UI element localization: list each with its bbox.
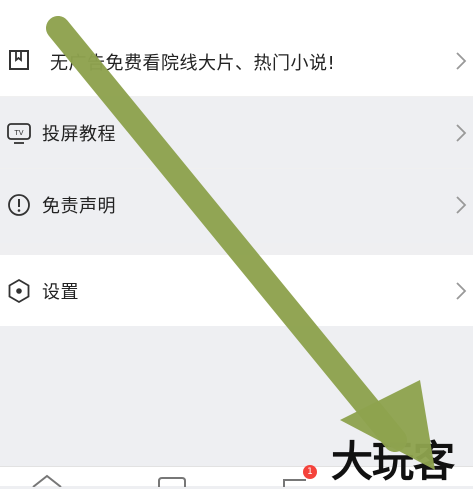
chevron-right-icon: [456, 52, 467, 70]
tab-video-icon[interactable]: [157, 477, 187, 487]
exclamation-circle-icon: [8, 194, 30, 216]
settings-label: 设置: [42, 281, 79, 303]
menu-item-disclaimer[interactable]: 免责声明: [0, 169, 473, 241]
menu-item-label: 投屏教程: [42, 123, 116, 145]
tab-message-icon[interactable]: [282, 478, 308, 487]
tv-icon: TV: [7, 122, 31, 144]
chevron-right-icon: [456, 123, 467, 142]
section-divider: [0, 243, 473, 255]
bookmark-icon: [9, 50, 29, 70]
menu-item-cast-tutorial[interactable]: TV 投屏教程: [0, 97, 473, 169]
menu-item-ad-free[interactable]: 无广告免费看院线大片、热门小说!: [0, 0, 473, 97]
hexagon-settings-icon: [8, 278, 30, 303]
message-badge: 1: [303, 465, 317, 479]
chevron-right-icon: [456, 196, 467, 214]
menu-item-settings[interactable]: 设置: [0, 255, 473, 326]
svg-text:TV: TV: [13, 129, 23, 137]
menu-item-label: 免责声明: [42, 196, 116, 217]
watermark-logo: 大玩客: [331, 437, 455, 486]
chevron-right-icon: [456, 281, 467, 300]
menu-item-label: 无广告免费看院线大片、热门小说!: [50, 53, 336, 74]
menu-list: 无广告免费看院线大片、热门小说! TV 投屏教程 免责声明: [0, 0, 473, 217]
